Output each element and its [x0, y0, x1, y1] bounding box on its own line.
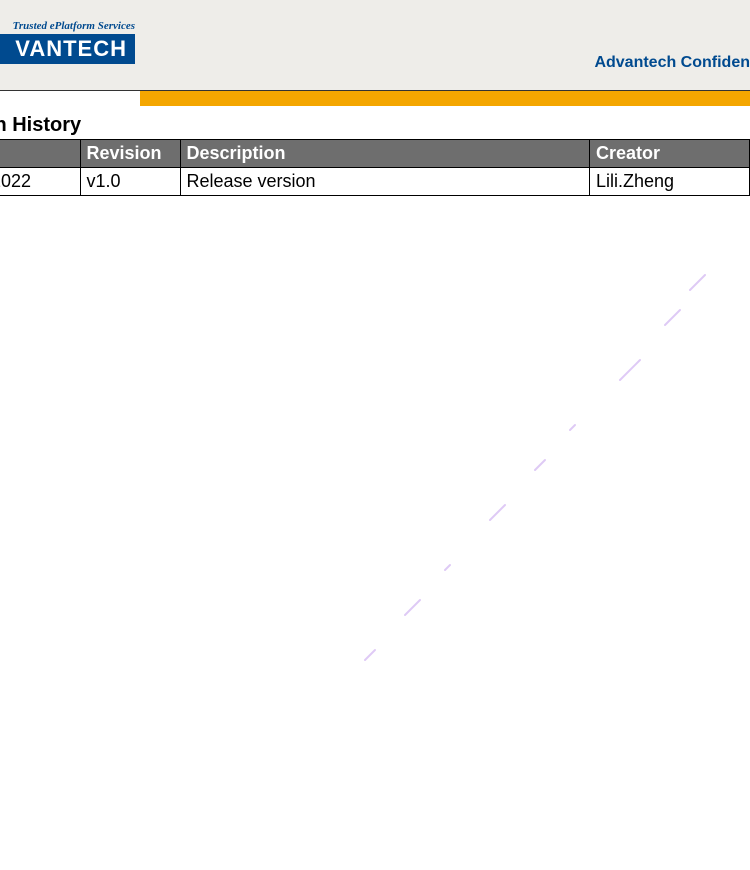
brand-name: VANTECH [0, 34, 135, 64]
confidential-label: Advantech Confiden [594, 54, 750, 72]
cell-description: Release version [180, 168, 590, 196]
table-header-row: e Revision Description Creator [0, 140, 750, 168]
col-date: e [0, 140, 80, 168]
watermark-icon [310, 270, 750, 870]
brand-logo: Trusted ePlatform Services VANTECH [0, 20, 135, 64]
cell-revision: v1.0 [80, 168, 180, 196]
brand-tagline: Trusted ePlatform Services [0, 20, 135, 32]
col-revision: Revision [80, 140, 180, 168]
table-row: 26,2022 v1.0 Release version Lili.Zheng [0, 168, 750, 196]
divider-bar [0, 90, 750, 106]
cell-creator: Lili.Zheng [590, 168, 750, 196]
revision-history-table: e Revision Description Creator 26,2022 v… [0, 139, 750, 196]
col-creator: Creator [590, 140, 750, 168]
document-header: Trusted ePlatform Services VANTECH Advan… [0, 0, 750, 90]
col-description: Description [180, 140, 590, 168]
section-title: ision History [0, 114, 750, 137]
cell-date: 26,2022 [0, 168, 80, 196]
